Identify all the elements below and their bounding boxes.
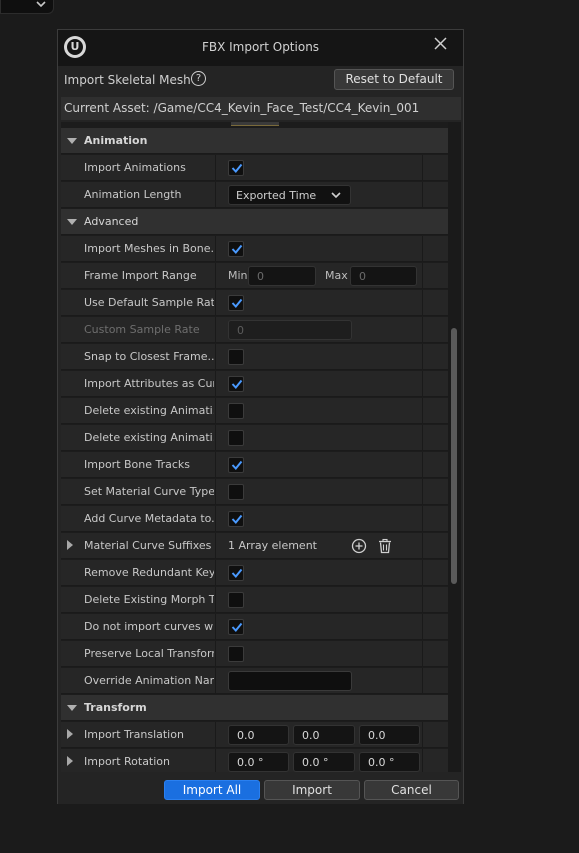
row-snap-to-closest-frame: Snap to Closest Frame... xyxy=(61,344,448,370)
import-meshes-in-bone-checkbox[interactable] xyxy=(228,241,244,257)
collapse-icon xyxy=(67,705,77,711)
section-advanced[interactable]: Advanced xyxy=(61,209,448,235)
current-asset-path: Current Asset: /Game/CC4_Kevin_Face_Test… xyxy=(64,101,420,115)
custom-sample-rate-input: 0 xyxy=(228,320,352,340)
expand-arrow-icon[interactable] xyxy=(67,756,73,766)
top-dropdown[interactable] xyxy=(0,0,54,14)
scrolled-field-edge xyxy=(231,122,279,126)
row-import-translation[interactable]: Import Translation 0.0 0.0 0.0 xyxy=(61,722,448,748)
expand-arrow-icon[interactable] xyxy=(67,729,73,739)
collapse-icon xyxy=(67,138,77,144)
section-transform[interactable]: Transform xyxy=(61,695,448,721)
row-animation-length: Animation Length Exported Time xyxy=(61,182,448,208)
row-import-rotation[interactable]: Import Rotation 0.0 ° 0.0 ° 0.0 ° xyxy=(61,749,448,772)
translation-z-input[interactable]: 0.0 xyxy=(359,725,420,745)
import-type-label: Import Skeletal Mesh xyxy=(64,73,191,87)
min-label: Min xyxy=(228,269,248,282)
import-animations-checkbox[interactable] xyxy=(228,160,244,176)
translation-x-input[interactable]: 0.0 xyxy=(228,725,289,745)
add-curve-metadata-checkbox[interactable] xyxy=(228,511,244,527)
collapse-icon xyxy=(67,219,77,225)
delete-existing-animation-2-checkbox[interactable] xyxy=(228,430,244,446)
row-set-material-curve-type: Set Material Curve Type xyxy=(61,479,448,505)
row-import-meshes-in-bone: Import Meshes in Bone... xyxy=(61,236,448,262)
row-delete-existing-morph: Delete Existing Morph T... xyxy=(61,587,448,613)
dialog-title: FBX Import Options xyxy=(201,40,320,54)
section-animation[interactable]: Animation xyxy=(61,128,448,154)
reset-to-default-button[interactable]: Reset to Default xyxy=(334,69,454,90)
cancel-button[interactable]: Cancel xyxy=(364,780,459,800)
remove-redundant-keys-checkbox[interactable] xyxy=(228,565,244,581)
chevron-down-icon xyxy=(36,0,46,11)
scrollbar-thumb[interactable] xyxy=(451,328,457,584)
import-attributes-as-curves-checkbox[interactable] xyxy=(228,376,244,392)
rotation-y-input[interactable]: 0.0 ° xyxy=(293,752,355,772)
do-not-import-curves-checkbox[interactable] xyxy=(228,619,244,635)
trash-icon[interactable] xyxy=(377,538,393,554)
override-animation-name-input[interactable] xyxy=(228,671,352,691)
translation-y-input[interactable]: 0.0 xyxy=(293,725,355,745)
row-delete-existing-animation-2: Delete existing Animati... xyxy=(61,425,448,451)
options-panel[interactable]: Animation Import Animations Animation Le… xyxy=(61,122,448,772)
row-import-animations: Import Animations xyxy=(61,155,448,181)
max-label: Max xyxy=(325,269,348,282)
row-override-animation-name: Override Animation Name xyxy=(61,668,448,694)
row-preserve-local-transform: Preserve Local Transform xyxy=(61,641,448,667)
title-bar[interactable]: U FBX Import Options xyxy=(58,30,463,66)
delete-existing-morph-checkbox[interactable] xyxy=(228,592,244,608)
animation-length-dropdown[interactable]: Exported Time xyxy=(228,185,351,205)
current-asset-bar: Current Asset: /Game/CC4_Kevin_Face_Test… xyxy=(61,97,461,120)
row-remove-redundant-keys: Remove Redundant Keys xyxy=(61,560,448,586)
set-material-curve-type-checkbox[interactable] xyxy=(228,484,244,500)
expand-arrow-icon[interactable] xyxy=(67,540,73,550)
row-import-attributes-as-curves: Import Attributes as Cur... xyxy=(61,371,448,397)
rotation-z-input[interactable]: 0.0 ° xyxy=(359,752,420,772)
row-custom-sample-rate: Custom Sample Rate 0 xyxy=(61,317,448,343)
row-material-curve-suffixes[interactable]: Material Curve Suffixes 1 Array element xyxy=(61,533,448,559)
delete-existing-animation-1-checkbox[interactable] xyxy=(228,403,244,419)
rotation-x-input[interactable]: 0.0 ° xyxy=(228,752,289,772)
array-count: 1 Array element xyxy=(228,539,317,552)
preserve-local-transform-checkbox[interactable] xyxy=(228,646,244,662)
snap-to-closest-frame-checkbox[interactable] xyxy=(228,349,244,365)
help-icon[interactable]: ? xyxy=(191,71,206,86)
row-delete-existing-animation-1: Delete existing Animati... xyxy=(61,398,448,424)
unreal-logo-icon: U xyxy=(64,36,86,58)
fbx-import-dialog: U FBX Import Options Import Skeletal Mes… xyxy=(57,29,464,804)
row-add-curve-metadata: Add Curve Metadata to... xyxy=(61,506,448,532)
add-element-icon[interactable] xyxy=(351,538,367,554)
row-import-bone-tracks: Import Bone Tracks xyxy=(61,452,448,478)
close-icon[interactable] xyxy=(432,32,450,58)
import-header: Import Skeletal Mesh ? Reset to Default xyxy=(58,66,463,95)
import-button[interactable]: Import xyxy=(264,780,360,800)
row-use-default-sample-rate: Use Default Sample Rate xyxy=(61,290,448,316)
use-default-sample-rate-checkbox[interactable] xyxy=(228,295,244,311)
dialog-footer: Import All Import Cancel xyxy=(58,775,463,804)
import-bone-tracks-checkbox[interactable] xyxy=(228,457,244,473)
frame-range-min-input[interactable]: 0 xyxy=(248,266,316,286)
frame-range-max-input[interactable]: 0 xyxy=(350,266,417,286)
chevron-down-icon xyxy=(331,192,341,199)
vertical-scrollbar[interactable] xyxy=(448,122,461,772)
row-frame-import-range: Frame Import Range Min 0 Max 0 xyxy=(61,263,448,289)
row-do-not-import-curves: Do not import curves wi... xyxy=(61,614,448,640)
import-all-button[interactable]: Import All xyxy=(164,780,260,800)
